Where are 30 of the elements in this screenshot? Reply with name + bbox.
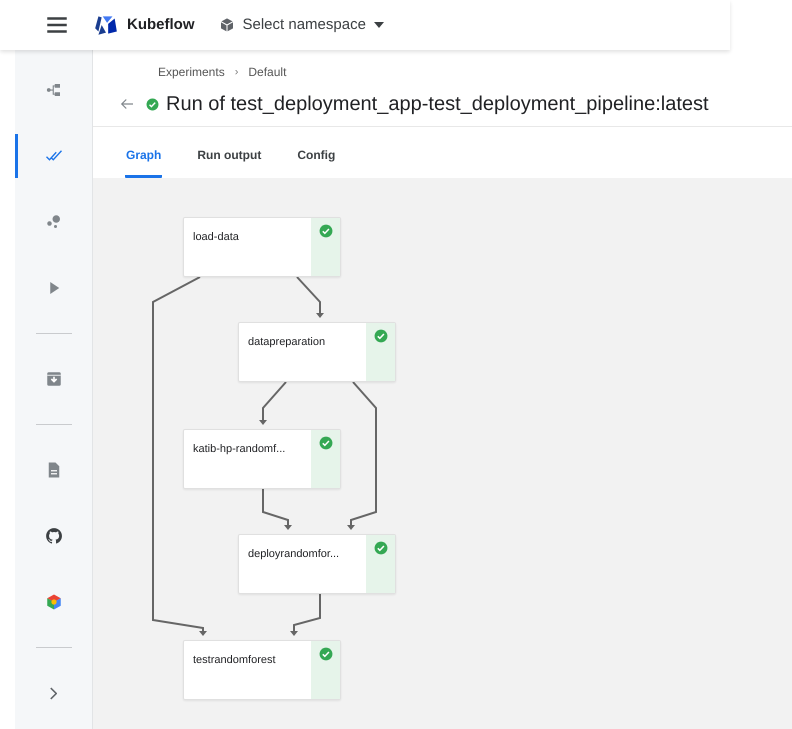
pipeline-node[interactable]: deployrandomfor... [238,534,396,594]
edge-arrow [290,594,321,636]
brand-name: Kubeflow [127,14,194,35]
pipeline-node[interactable]: testrandomforest [183,640,341,700]
pipeline-icon [44,81,62,99]
edge-arrow [262,489,292,530]
breadcrumb-link[interactable]: Experiments [158,63,225,81]
pipeline-node[interactable]: katib-hp-randomf... [183,429,341,489]
breadcrumb-separator: › [234,64,238,80]
github-icon [44,527,62,545]
node-label: testrandomforest [192,653,277,668]
hexagon-icon [44,593,62,611]
namespace-selector[interactable]: Select namespace [218,14,384,36]
edge-arrow [296,276,324,318]
chevron-right-icon [50,686,57,700]
cube-icon [218,17,234,33]
tab[interactable]: Config [296,146,336,178]
breadcrumb-link[interactable]: Default [248,63,286,81]
node-label: deployrandomfor... [247,547,340,562]
pipeline-node[interactable]: load-data [183,217,341,277]
caret-icon [374,22,384,28]
node-label: load-data [192,230,240,245]
page-title: Run of test_deployment_app-test_deployment_pipeline:latest [166,92,709,117]
tab[interactable]: Run output [196,146,262,178]
node-label: katib-hp-randomf... [192,442,286,457]
pipeline-node[interactable]: datapreparation [238,322,396,382]
archive-icon [44,370,62,388]
bubbles-icon [44,213,62,231]
node-label: datapreparation [247,335,326,350]
edge-arrow [259,381,287,425]
